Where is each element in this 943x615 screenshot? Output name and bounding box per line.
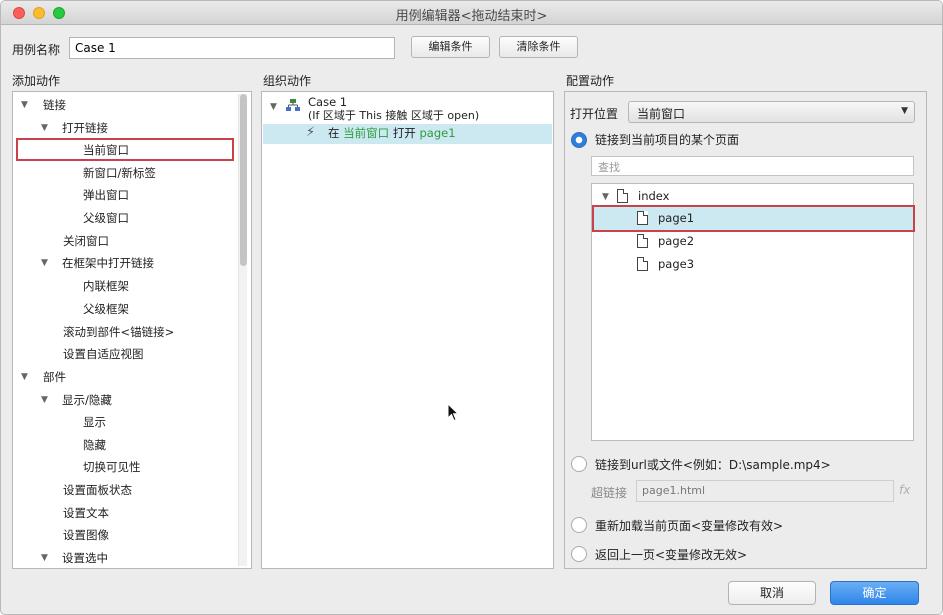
tree-item-label: 显示/隐藏 bbox=[62, 393, 112, 407]
tree-item-label: 设置选中 bbox=[62, 551, 108, 565]
tree-item-label: 打开链接 bbox=[62, 121, 108, 135]
radio-link-to-page[interactable] bbox=[571, 132, 587, 148]
tree-item-set-text[interactable]: 设置文本 bbox=[63, 502, 109, 524]
mouse-cursor-icon bbox=[447, 403, 459, 422]
case-condition: (If 区域于 This 接触 区域于 open) bbox=[308, 109, 480, 122]
page-tree-item-index[interactable]: index bbox=[638, 185, 669, 207]
page-tree-item-page2[interactable]: page2 bbox=[658, 230, 694, 252]
action-page: page1 bbox=[419, 126, 456, 140]
tree-item-label: 部件 bbox=[43, 370, 66, 384]
case-name-input[interactable] bbox=[69, 37, 395, 59]
organize-actions-header: 组织动作 bbox=[263, 74, 312, 88]
window-title: 用例编辑器<拖动结束时> bbox=[395, 9, 548, 24]
radio-go-back[interactable] bbox=[571, 546, 587, 562]
option-link-to-url-label: 链接到url或文件<例如：D:\sample.mp4> bbox=[595, 458, 831, 472]
fx-button[interactable]: fx bbox=[899, 483, 910, 497]
action-open-page1[interactable]: 在 当前窗口 打开 page1 bbox=[328, 123, 456, 143]
expand-arrow-icon[interactable]: ▼ bbox=[41, 117, 48, 139]
tree-item-parent-frame[interactable]: 父级框架 bbox=[83, 298, 129, 320]
edit-condition-button[interactable]: 编辑条件 bbox=[411, 36, 490, 58]
add-actions-header: 添加动作 bbox=[12, 74, 61, 88]
open-in-select[interactable]: 当前窗口 ▼ bbox=[628, 101, 915, 123]
action-verb: 打开 bbox=[392, 126, 416, 140]
page-tree-item-page3[interactable]: page3 bbox=[658, 253, 694, 275]
add-actions-scrollbar[interactable] bbox=[238, 94, 247, 566]
radio-link-to-url[interactable] bbox=[571, 456, 587, 472]
tree-item-label: 链接 bbox=[43, 98, 66, 112]
tree-item-set-image[interactable]: 设置图像 bbox=[63, 524, 109, 546]
tree-item-toggle-visibility[interactable]: 切换可见性 bbox=[83, 456, 141, 478]
tree-item-parent-window[interactable]: 父级窗口 bbox=[83, 207, 129, 229]
ok-button[interactable]: 确定 bbox=[830, 581, 919, 605]
page-icon bbox=[637, 234, 648, 248]
tree-item-label: 在框架中打开链接 bbox=[62, 256, 154, 270]
option-reload-page-label: 重新加载当前页面<变量修改有效> bbox=[595, 519, 784, 533]
dropdown-caret-icon: ▼ bbox=[901, 106, 908, 116]
title-bar: 用例编辑器<拖动结束时> bbox=[1, 1, 942, 25]
index-expand-arrow-icon[interactable]: ▼ bbox=[602, 192, 609, 202]
tree-item-set-adaptive-view[interactable]: 设置自适应视图 bbox=[63, 343, 144, 365]
page-tree: ▼ index page1 page2 page3 bbox=[591, 183, 915, 441]
tree-item-show[interactable]: 显示 bbox=[83, 411, 106, 433]
case-expand-arrow-icon[interactable]: ▼ bbox=[270, 102, 277, 112]
radio-reload-page[interactable] bbox=[571, 517, 587, 533]
tree-item-inline-frame[interactable]: 内联框架 bbox=[83, 275, 129, 297]
case-tree-icon bbox=[286, 99, 300, 111]
page-icon bbox=[637, 257, 648, 271]
page-icon bbox=[617, 189, 628, 203]
page-search-input[interactable]: 查找 bbox=[591, 156, 914, 176]
page-icon bbox=[637, 211, 648, 225]
expand-arrow-icon[interactable]: ▼ bbox=[41, 389, 48, 411]
selection-highlight-box bbox=[16, 138, 234, 161]
case-editor-window: 用例编辑器<拖动结束时> 用例名称 编辑条件 清除条件 添加动作 组织动作 配置… bbox=[0, 0, 943, 615]
clear-condition-button[interactable]: 清除条件 bbox=[499, 36, 578, 58]
expand-arrow-icon[interactable]: ▼ bbox=[41, 252, 48, 274]
tree-item-scroll-to-widget[interactable]: 滚动到部件<锚链接> bbox=[63, 321, 174, 343]
open-in-label: 打开位置 bbox=[570, 107, 619, 121]
hyperlink-input[interactable]: page1.html bbox=[636, 480, 894, 502]
open-in-value: 当前窗口 bbox=[637, 107, 686, 121]
option-link-to-page-label: 链接到当前项目的某个页面 bbox=[595, 133, 740, 147]
scrollbar-thumb[interactable] bbox=[240, 94, 247, 266]
lightning-bolt-icon: ⚡ bbox=[306, 125, 316, 140]
option-go-back-label: 返回上一页<变量修改无效> bbox=[595, 548, 748, 562]
tree-item-close-window[interactable]: 关闭窗口 bbox=[63, 230, 109, 252]
tree-item-hide[interactable]: 隐藏 bbox=[83, 434, 106, 456]
tree-item-set-panel-state[interactable]: 设置面板状态 bbox=[63, 479, 132, 501]
action-target: 当前窗口 bbox=[343, 126, 390, 140]
hyperlink-label: 超链接 bbox=[591, 486, 628, 500]
tree-item-new-window[interactable]: 新窗口/新标签 bbox=[83, 162, 156, 184]
expand-arrow-icon[interactable]: ▼ bbox=[41, 547, 48, 568]
add-actions-panel: ▼ 链接 ▼ 打开链接 当前窗口 新窗口/新标签 弹出窗口 父级窗口 关闭窗口 ▼ 在… bbox=[12, 91, 252, 569]
action-prefix: 在 bbox=[328, 126, 340, 140]
expand-arrow-icon[interactable]: ▼ bbox=[21, 94, 28, 116]
page-tree-item-page1[interactable]: page1 bbox=[658, 207, 694, 229]
cancel-button[interactable]: 取消 bbox=[728, 581, 816, 605]
case-name-label: 用例名称 bbox=[12, 43, 61, 57]
configure-actions-header: 配置动作 bbox=[566, 74, 615, 88]
tree-item-popup-window[interactable]: 弹出窗口 bbox=[83, 184, 129, 206]
organize-actions-panel: ▼ Case 1 (If 区域于 This 接触 区域于 open) ⚡ 在 当… bbox=[261, 91, 554, 569]
expand-arrow-icon[interactable]: ▼ bbox=[21, 366, 28, 388]
